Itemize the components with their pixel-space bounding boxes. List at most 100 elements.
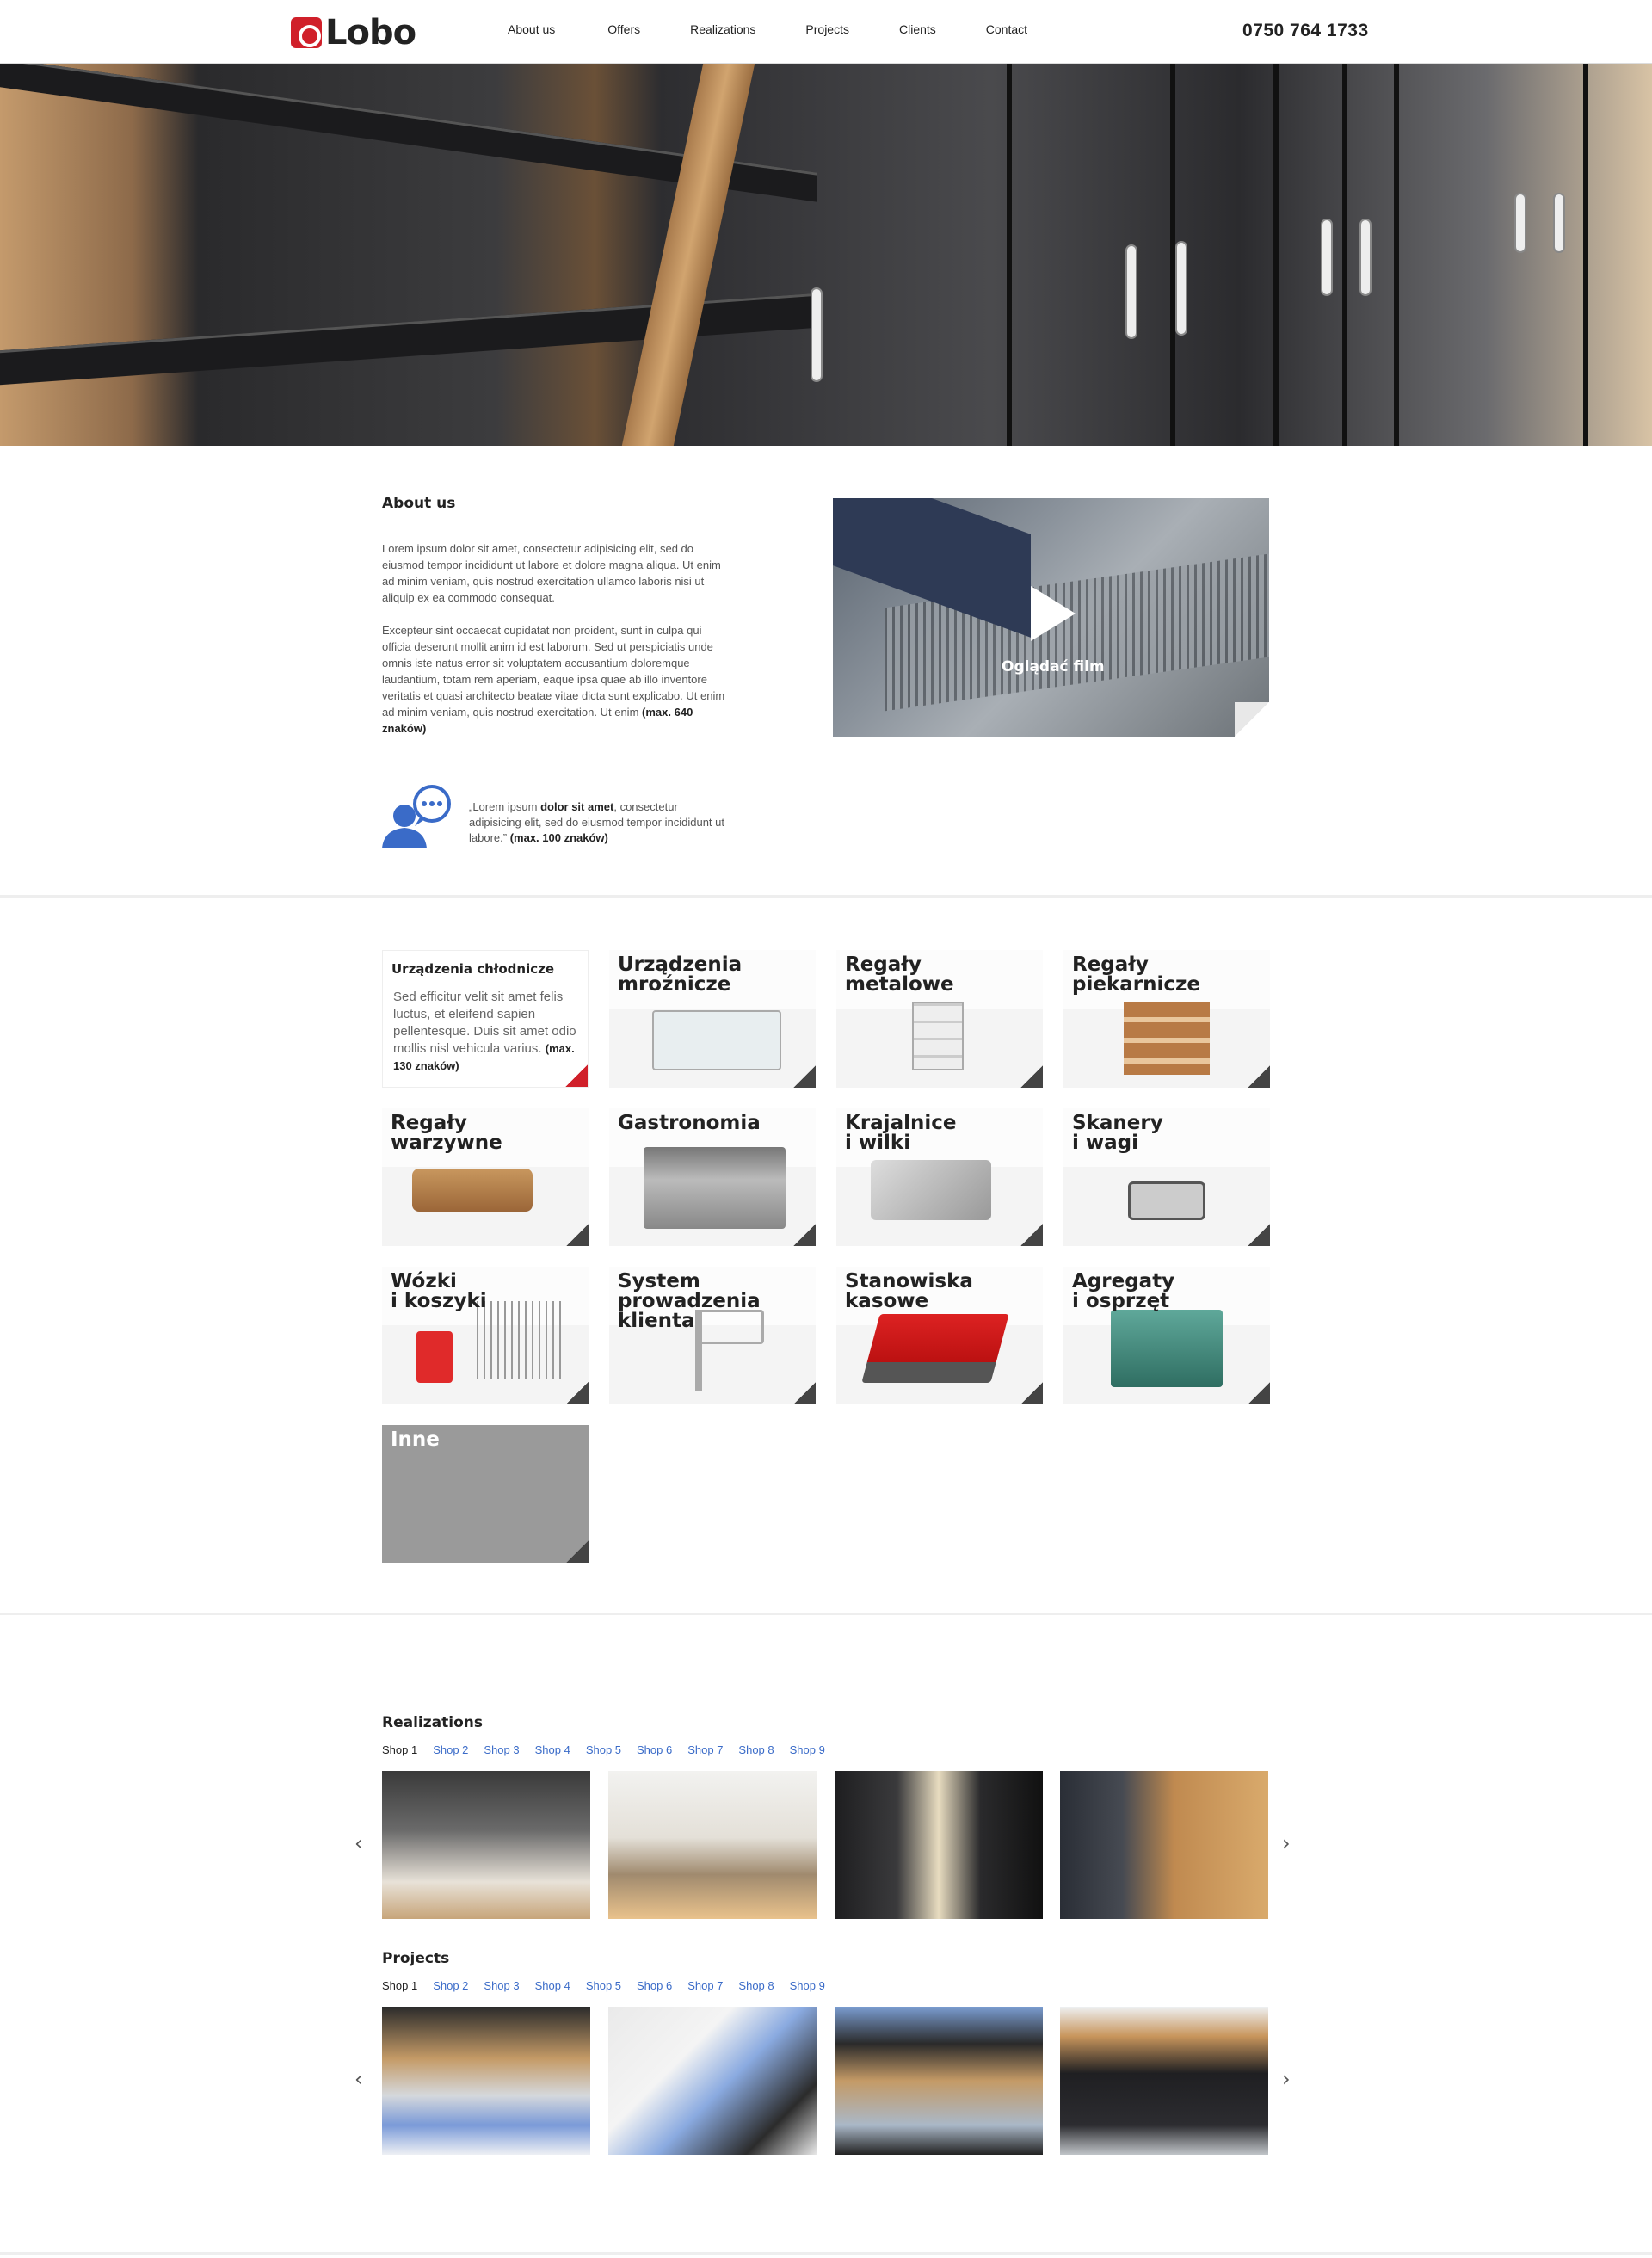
corner-fold-icon [1248, 1224, 1270, 1246]
category-label: Regały warzywne [391, 1112, 502, 1154]
category-tile-gastronomia[interactable]: Gastronomia [609, 1108, 816, 1246]
category-tile-regaly-warzywne[interactable]: Regały warzywne [382, 1108, 589, 1246]
tab-shop-7[interactable]: Shop 7 [687, 1979, 723, 1992]
section-divider [0, 1613, 1652, 1615]
category-label: Stanowiska kasowe [845, 1270, 973, 1312]
realization-photo-2[interactable] [608, 1771, 817, 1919]
category-tile-skanery-i-wagi[interactable]: Skanery i wagi [1063, 1108, 1270, 1246]
tab-shop-6[interactable]: Shop 6 [637, 1979, 672, 1992]
corner-fold-icon [566, 1224, 589, 1246]
nav-offers[interactable]: Offers [607, 22, 640, 36]
corner-fold-icon [1020, 1382, 1043, 1404]
category-tile-regaly-piekarnicze[interactable]: Regały piekarnicze [1063, 950, 1270, 1088]
play-icon[interactable] [1031, 586, 1076, 641]
tab-shop-1[interactable]: Shop 1 [382, 1979, 417, 1992]
logo[interactable]: Lobo [291, 13, 416, 52]
about-title: About us [382, 495, 456, 512]
logo-text: Lobo [325, 13, 416, 52]
corner-fold-icon [566, 1382, 589, 1404]
project-render-1[interactable] [382, 2007, 590, 2155]
projects-title: Projects [382, 1950, 450, 1967]
tab-shop-5[interactable]: Shop 5 [586, 1743, 621, 1756]
chevron-right-icon[interactable]: › [1282, 1831, 1291, 1855]
project-render-4[interactable] [1060, 2007, 1268, 2155]
category-tile-inne[interactable]: Inne [382, 1425, 589, 1563]
phone-number[interactable]: 0750 764 1733 [1242, 21, 1369, 41]
category-tile-urzadzenia-mroznicze[interactable]: Urządzenia mroźnicze [609, 950, 816, 1088]
chevron-left-icon[interactable]: ‹ [354, 2067, 363, 2091]
tab-shop-2[interactable]: Shop 2 [433, 1743, 468, 1756]
corner-fold-icon [1020, 1065, 1043, 1088]
testimonial-text: „Lorem ipsum dolor sit amet, consectetur… [469, 800, 725, 844]
category-label: System prowadzenia klienta [618, 1270, 761, 1332]
category-label: Krajalnice i wilki [845, 1112, 957, 1154]
realization-photo-4[interactable] [1060, 1771, 1268, 1919]
corner-fold-icon [1020, 1224, 1043, 1246]
project-render-2[interactable] [608, 2007, 817, 2155]
nav-clients[interactable]: Clients [899, 22, 936, 36]
video-player[interactable]: Oglądać film [833, 498, 1269, 737]
nav-about[interactable]: About us [508, 22, 555, 36]
category-tile-stanowiska-kasowe[interactable]: Stanowiska kasowe [836, 1267, 1043, 1404]
quote-char-note: (max. 100 znaków) [509, 831, 608, 844]
nav-contact[interactable]: Contact [986, 22, 1027, 36]
chevron-right-icon[interactable]: › [1282, 2067, 1291, 2091]
tab-shop-8[interactable]: Shop 8 [738, 1743, 774, 1756]
category-label: Gastronomia [618, 1112, 761, 1134]
category-label: Regały metalowe [845, 953, 954, 996]
corner-fold-icon [793, 1065, 816, 1088]
corner-fold-icon [566, 1540, 589, 1563]
category-tile-wozki-i-koszyki[interactable]: Wózki i koszyki [382, 1267, 589, 1404]
tab-shop-9[interactable]: Shop 9 [790, 1743, 825, 1756]
about-paragraph-2-text: Excepteur sint occaecat cupidatat non pr… [382, 624, 725, 719]
realizations-tabs: Shop 1 Shop 2 Shop 3 Shop 4 Shop 5 Shop … [382, 1743, 841, 1756]
tab-shop-9[interactable]: Shop 9 [790, 1979, 825, 1992]
category-label: Wózki i koszyki [391, 1270, 487, 1312]
category-tile-regaly-metalowe[interactable]: Regały metalowe [836, 950, 1043, 1088]
section-divider [0, 895, 1652, 898]
category-label: Inne [391, 1428, 440, 1451]
corner-fold-icon [1248, 1382, 1270, 1404]
nav-realizations[interactable]: Realizations [690, 22, 755, 36]
hero-image [0, 64, 1652, 446]
tab-shop-2[interactable]: Shop 2 [433, 1979, 468, 1992]
category-label: Urządzenia mroźnicze [618, 953, 743, 996]
corner-fold-icon [565, 1064, 588, 1087]
realization-photo-1[interactable] [382, 1771, 590, 1919]
logo-icon [291, 17, 322, 48]
category-tile-urzadzenia-chlodnicze[interactable]: Urządzenia chłodnicze Sed efficitur veli… [382, 950, 589, 1088]
tab-shop-5[interactable]: Shop 5 [586, 1979, 621, 1992]
tab-shop-7[interactable]: Shop 7 [687, 1743, 723, 1756]
tab-shop-3[interactable]: Shop 3 [484, 1743, 519, 1756]
category-label: Agregaty i osprzęt [1072, 1270, 1175, 1312]
category-tile-agregaty-i-osprzet[interactable]: Agregaty i osprzęt [1063, 1267, 1270, 1404]
category-label: Urządzenia chłodnicze [391, 961, 555, 977]
corner-fold-icon [793, 1224, 816, 1246]
tab-shop-8[interactable]: Shop 8 [738, 1979, 774, 1992]
tab-shop-4[interactable]: Shop 4 [535, 1743, 570, 1756]
category-label: Skanery i wagi [1072, 1112, 1163, 1154]
nav-projects[interactable]: Projects [805, 22, 849, 36]
realization-photo-3[interactable] [835, 1771, 1043, 1919]
chevron-left-icon[interactable]: ‹ [354, 1831, 363, 1855]
testimonial-icon [382, 785, 451, 848]
project-render-3[interactable] [835, 2007, 1043, 2155]
footer-divider [0, 2252, 1652, 2255]
realizations-title: Realizations [382, 1714, 483, 1731]
tab-shop-1[interactable]: Shop 1 [382, 1743, 417, 1756]
site-header: Lobo About us Offers Realizations Projec… [0, 0, 1652, 64]
category-tile-krajalnice-i-wilki[interactable]: Krajalnice i wilki [836, 1108, 1043, 1246]
page-fold-icon [1235, 702, 1269, 737]
main-nav: About us Offers Realizations Projects Cl… [490, 22, 1027, 36]
about-paragraph-1: Lorem ipsum dolor sit amet, consectetur … [382, 542, 721, 604]
tab-shop-6[interactable]: Shop 6 [637, 1743, 672, 1756]
about-paragraph-2: Excepteur sint occaecat cupidatat non pr… [382, 622, 726, 737]
category-label: Regały piekarnicze [1072, 953, 1200, 996]
tab-shop-4[interactable]: Shop 4 [535, 1979, 570, 1992]
corner-fold-icon [1248, 1065, 1270, 1088]
category-description: Sed efficitur velit sit amet felis luctu… [393, 990, 576, 1072]
projects-tabs: Shop 1 Shop 2 Shop 3 Shop 4 Shop 5 Shop … [382, 1979, 841, 1992]
video-label[interactable]: Oglądać film [1002, 658, 1105, 676]
tab-shop-3[interactable]: Shop 3 [484, 1979, 519, 1992]
category-tile-system-prowadzenia-klienta[interactable]: System prowadzenia klienta [609, 1267, 816, 1404]
